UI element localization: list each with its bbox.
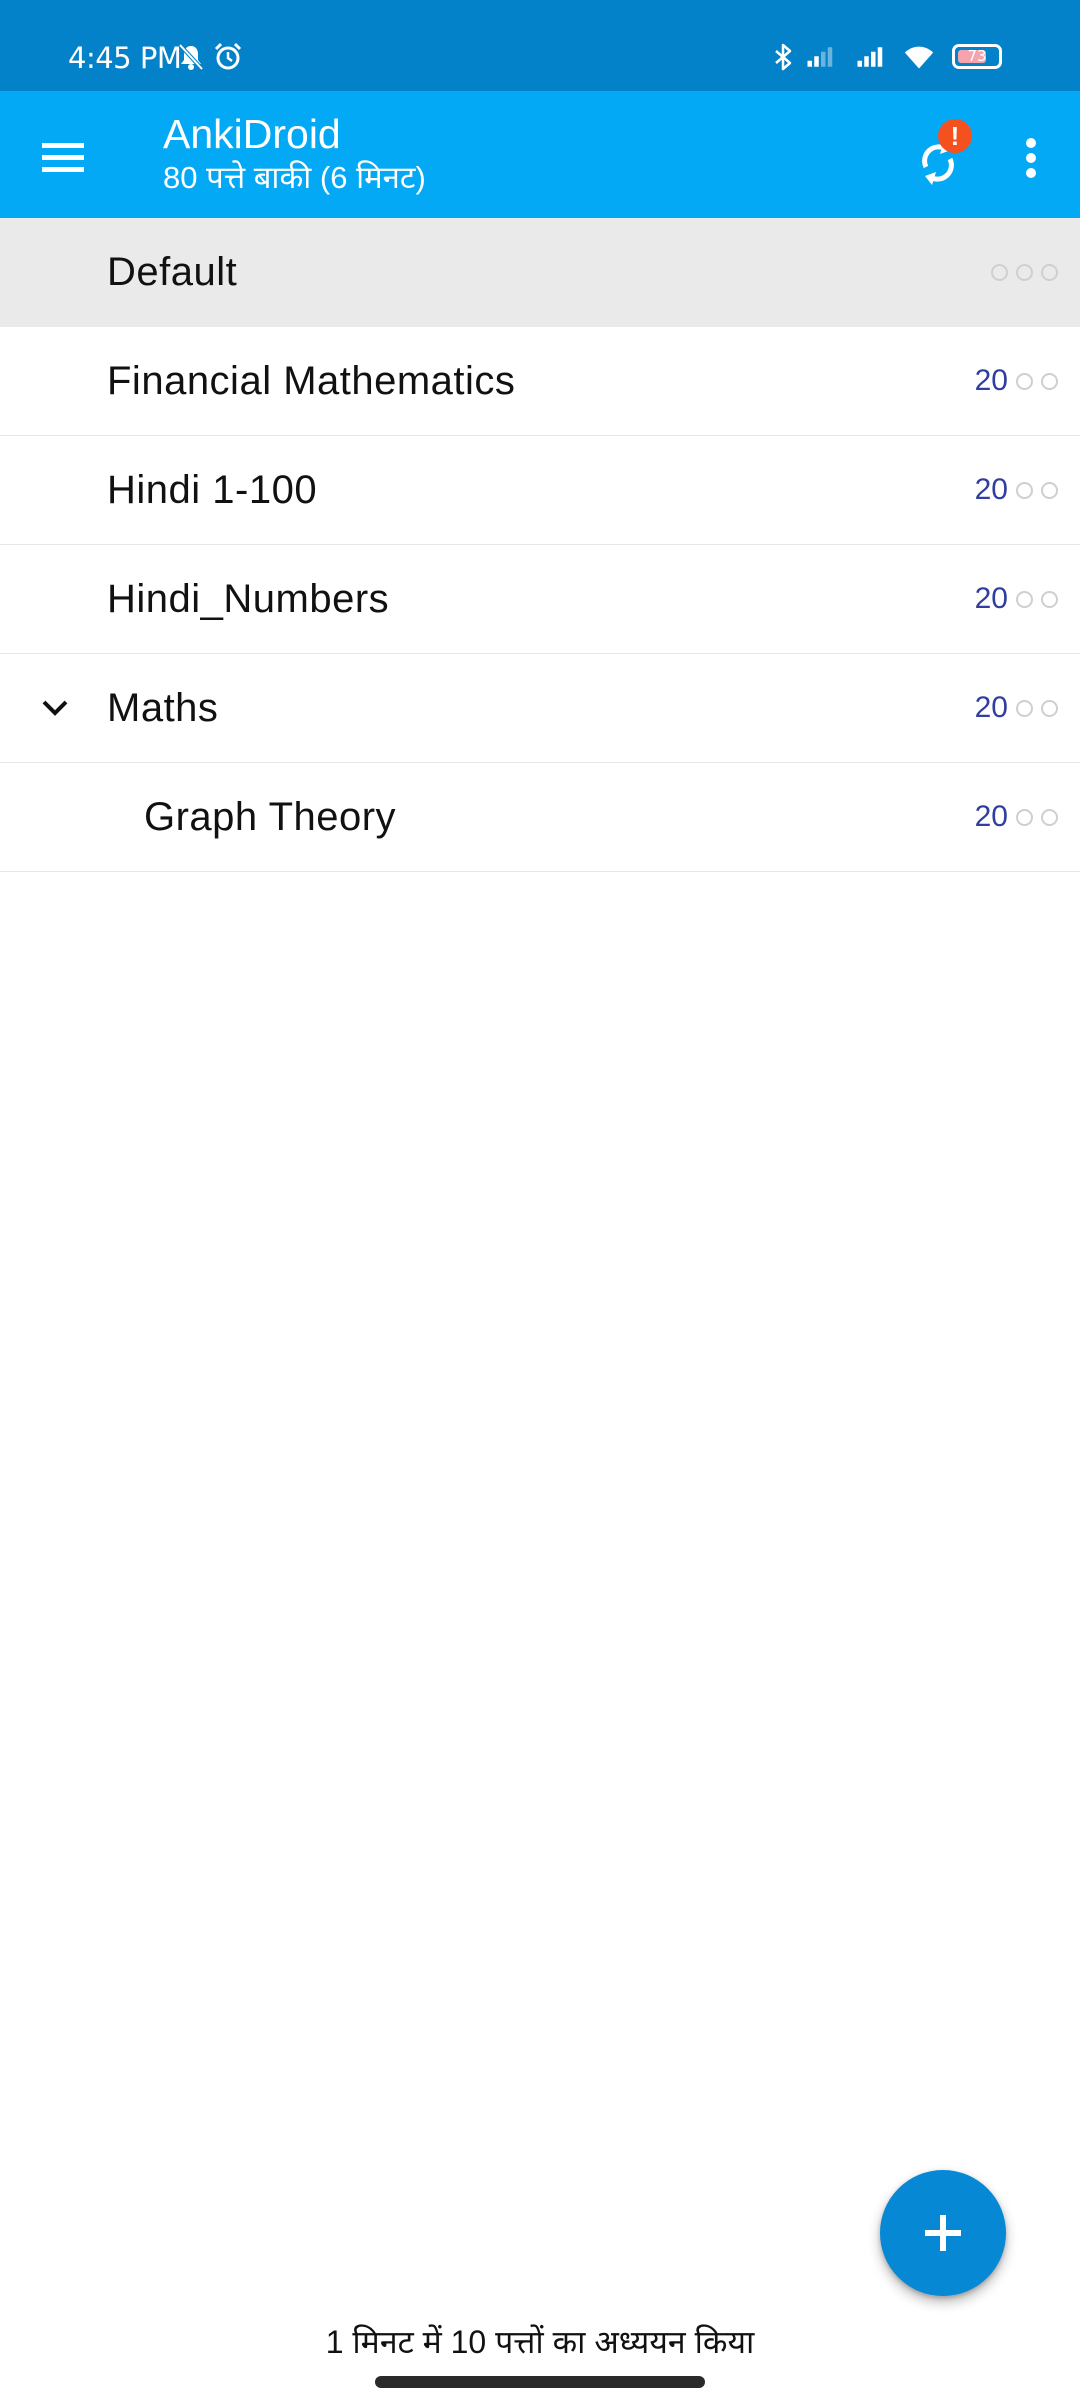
new-count: 20 <box>974 473 1008 506</box>
home-indicator[interactable] <box>375 2376 705 2388</box>
deck-counts: 20 <box>975 361 1058 401</box>
deck-counts: 20 <box>975 470 1058 510</box>
navigation-menu-button[interactable] <box>28 121 100 193</box>
deck-counts: 20 <box>975 579 1058 619</box>
review-count-zero <box>1041 699 1058 717</box>
review-count-zero <box>1041 372 1058 390</box>
learn-count-zero <box>1016 808 1033 826</box>
review-count-zero <box>1016 263 1033 281</box>
battery-level: 73 <box>967 47 987 65</box>
deck-name: Hindi 1-100 <box>107 468 318 512</box>
deck-counts: 20 <box>975 688 1058 728</box>
deck-counts: 20 <box>975 797 1058 837</box>
review-count-zero <box>1041 808 1058 826</box>
menu-icon <box>42 143 84 172</box>
deck-counts <box>983 252 1058 292</box>
battery-icon: 73 <box>952 44 1002 69</box>
app-title: AnkiDroid <box>163 111 341 157</box>
app-subtitle: 80 पत्ते बाकी (6 मिनट) <box>163 160 426 195</box>
plus-icon <box>925 2215 961 2251</box>
studied-today-text: 1 मिनट में 10 पत्तों का अध्ययन किया <box>325 2324 755 2360</box>
deck-row-maths[interactable]: Maths 20 <box>0 654 1080 763</box>
wifi-icon <box>904 46 934 69</box>
status-time: 4:45 PM <box>68 41 182 75</box>
review-count-zero <box>1041 590 1058 608</box>
deck-row-graph-theory[interactable]: Graph Theory 20 <box>0 763 1080 872</box>
learn-count-zero <box>1016 372 1033 390</box>
new-count: 20 <box>974 364 1008 397</box>
learn-count-zero <box>1016 590 1033 608</box>
deck-name: Default <box>107 250 238 294</box>
sync-button[interactable]: ! <box>898 119 978 199</box>
new-count: 20 <box>974 582 1008 615</box>
sync-alert-badge: ! <box>938 119 972 153</box>
new-count: 20 <box>974 691 1008 724</box>
new-count: 20 <box>974 800 1008 833</box>
learn-count-zero <box>1016 699 1033 717</box>
deck-row-hindi-numbers[interactable]: Hindi_Numbers 20 <box>0 545 1080 654</box>
deck-row-hindi-1-100[interactable]: Hindi 1-100 20 <box>0 436 1080 545</box>
status-bar: 4:45 PM 73 <box>0 0 1080 91</box>
learn-count-zero <box>991 263 1008 281</box>
mute-icon <box>178 43 204 71</box>
deck-name: Graph Theory <box>144 795 397 839</box>
app-bar: AnkiDroid 80 पत्ते बाकी (6 मिनट) ! <box>0 91 1080 218</box>
signal-strong-icon <box>857 47 883 67</box>
bluetooth-icon <box>775 43 792 71</box>
alarm-icon <box>214 42 242 70</box>
deck-name: Financial Mathematics <box>107 359 516 403</box>
chevron-down-icon[interactable] <box>34 687 76 729</box>
signal-weak-icon <box>807 47 833 67</box>
more-vertical-icon <box>1026 138 1036 178</box>
add-button[interactable] <box>880 2170 1006 2296</box>
review-count-zero <box>1041 481 1058 499</box>
deck-row-default[interactable]: Default <box>0 218 1080 327</box>
learn-count-zero <box>1016 481 1033 499</box>
more-options-button[interactable] <box>1006 121 1056 193</box>
deck-name: Maths <box>107 686 219 730</box>
deck-list: Default Financial Mathematics 20 Hindi 1… <box>0 218 1080 872</box>
deck-row-financial-mathematics[interactable]: Financial Mathematics 20 <box>0 327 1080 436</box>
deck-name: Hindi_Numbers <box>107 577 390 621</box>
due-count-zero <box>1041 263 1058 281</box>
